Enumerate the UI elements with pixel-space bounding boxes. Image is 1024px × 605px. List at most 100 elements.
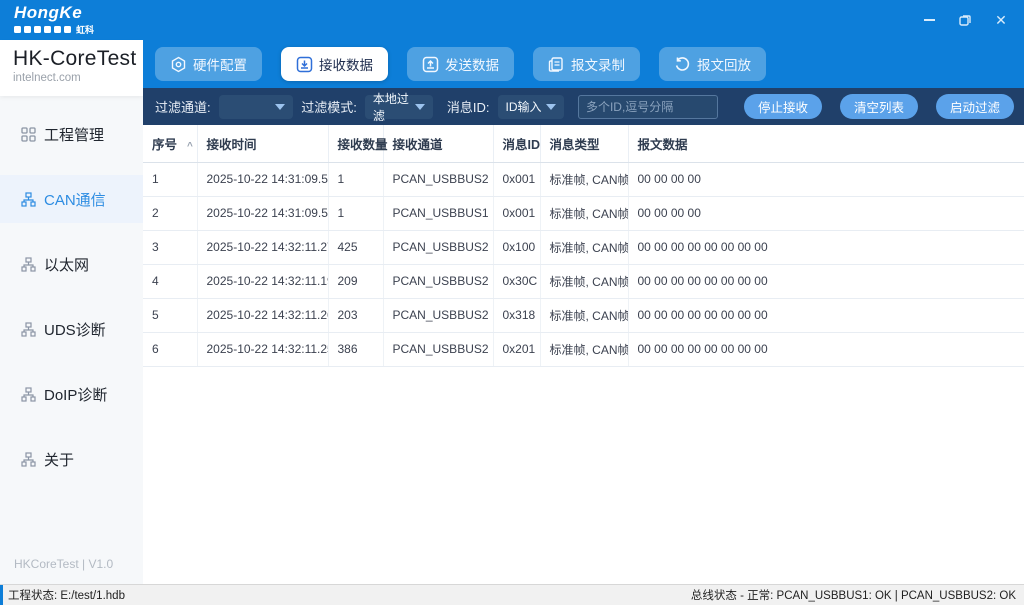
cell-index: 3: [143, 230, 197, 264]
table-row[interactable]: 1 2025-10-22 14:31:09.504 1 PCAN_USBBUS2…: [143, 162, 1024, 196]
cell-index: 1: [143, 162, 197, 196]
filter-mode-label: 过滤模式:: [301, 97, 357, 116]
filter-channel-select[interactable]: [219, 95, 294, 119]
sidebar-item-can-communication[interactable]: CAN通信: [0, 175, 143, 223]
toolbar-button-label: 报文录制: [571, 54, 625, 74]
download-tray-icon: [296, 56, 313, 73]
cell-receive-count: 1: [328, 196, 383, 230]
app-subtitle: intelnect.com: [13, 72, 143, 84]
close-icon[interactable]: ✕: [994, 13, 1008, 27]
main-area: 硬件配置 接收数据 发送数据 报文录制 报文回放: [143, 40, 1024, 584]
cell-index: 4: [143, 264, 197, 298]
cell-message-id: 0x201: [493, 332, 540, 366]
upload-tray-icon: [422, 56, 439, 73]
sidebar-item-project-management[interactable]: 工程管理: [0, 110, 143, 158]
sidebar: HK-CoreTest intelnect.com 工程管理 CAN通信 以太网: [0, 40, 143, 584]
column-header-message-data[interactable]: 报文数据: [628, 125, 1024, 162]
column-header-message-id[interactable]: 消息ID: [493, 125, 540, 162]
stop-receive-button[interactable]: 停止接收: [744, 94, 822, 119]
cell-message-data: 00 00 00 00: [628, 196, 1024, 230]
cell-receive-channel: PCAN_USBBUS1: [383, 196, 493, 230]
table-row[interactable]: 3 2025-10-22 14:32:11.274 425 PCAN_USBBU…: [143, 230, 1024, 264]
sidebar-item-label: 以太网: [44, 254, 89, 275]
send-data-button[interactable]: 发送数据: [407, 47, 514, 81]
table-row[interactable]: 5 2025-10-22 14:32:11.265 203 PCAN_USBBU…: [143, 298, 1024, 332]
app-version: HKCoreTest | V1.0: [14, 557, 113, 571]
cell-receive-count: 203: [328, 298, 383, 332]
logo-brand-text: HongKe: [14, 4, 94, 21]
project-status-text: 工程状态: E:/test/1.hdb: [8, 587, 125, 603]
replay-icon: [674, 56, 691, 73]
cell-receive-time: 2025-10-22 14:32:11.274: [197, 230, 328, 264]
app-title: HK-CoreTest: [13, 47, 143, 71]
window-controls: ✕: [922, 13, 1008, 27]
cell-index: 6: [143, 332, 197, 366]
filter-mode-select[interactable]: 本地过滤: [365, 95, 433, 119]
cell-receive-count: 386: [328, 332, 383, 366]
cell-index: 5: [143, 298, 197, 332]
receive-data-button[interactable]: 接收数据: [281, 47, 388, 81]
app-title-block: HK-CoreTest intelnect.com: [0, 40, 143, 96]
cell-receive-time: 2025-10-22 14:32:11.257: [197, 332, 328, 366]
toolbar-button-label: 接收数据: [319, 54, 373, 74]
cell-receive-channel: PCAN_USBBUS2: [383, 264, 493, 298]
toolbar: 硬件配置 接收数据 发送数据 报文录制 报文回放: [143, 40, 1024, 88]
start-filter-button[interactable]: 启动过滤: [936, 94, 1014, 119]
column-header-receive-channel[interactable]: 接收通道: [383, 125, 493, 162]
column-header-message-type[interactable]: 消息类型: [540, 125, 628, 162]
cell-message-type: 标准帧, CAN帧: [540, 162, 628, 196]
hardware-config-button[interactable]: 硬件配置: [155, 47, 262, 81]
cell-receive-time: 2025-10-22 14:31:09.526: [197, 196, 328, 230]
table-row[interactable]: 2 2025-10-22 14:31:09.526 1 PCAN_USBBUS1…: [143, 196, 1024, 230]
cell-receive-channel: PCAN_USBBUS2: [383, 298, 493, 332]
column-header-receive-time[interactable]: 接收时间: [197, 125, 328, 162]
cell-message-id: 0x001: [493, 196, 540, 230]
cell-message-type: 标准帧, CAN帧: [540, 264, 628, 298]
toolbar-button-label: 硬件配置: [193, 54, 247, 74]
cell-message-data: 00 00 00 00 00 00 00 00: [628, 264, 1024, 298]
clear-list-button[interactable]: 清空列表: [840, 94, 918, 119]
cell-message-data: 00 00 00 00: [628, 162, 1024, 196]
table-row[interactable]: 6 2025-10-22 14:32:11.257 386 PCAN_USBBU…: [143, 332, 1024, 366]
cell-message-id: 0x30C: [493, 264, 540, 298]
chevron-down-icon: [546, 104, 556, 110]
sidebar-item-about[interactable]: 关于: [0, 435, 143, 483]
message-id-mode-select[interactable]: ID输入: [498, 95, 564, 119]
restore-icon[interactable]: [958, 13, 972, 27]
message-ids-input[interactable]: [578, 95, 718, 119]
minimize-icon[interactable]: [922, 13, 936, 27]
sitemap-icon: [21, 257, 36, 272]
toolbar-button-label: 发送数据: [445, 54, 499, 74]
sidebar-item-ethernet[interactable]: 以太网: [0, 240, 143, 288]
grid-icon: [21, 127, 36, 142]
status-accent: [0, 585, 3, 605]
cell-receive-time: 2025-10-22 14:32:11.193: [197, 264, 328, 298]
sidebar-item-label: 关于: [44, 449, 74, 470]
cell-receive-channel: PCAN_USBBUS2: [383, 230, 493, 264]
column-header-receive-count[interactable]: 接收数量: [328, 125, 383, 162]
cell-receive-count: 209: [328, 264, 383, 298]
column-header-index[interactable]: 序号^: [143, 125, 197, 162]
sitemap-icon: [21, 322, 36, 337]
bus-status-text: 总线状态 - 正常: PCAN_USBBUS1: OK | PCAN_USBBU…: [691, 587, 1016, 603]
cell-receive-count: 1: [328, 162, 383, 196]
sidebar-item-uds-diagnosis[interactable]: UDS诊断: [0, 305, 143, 353]
sitemap-icon: [21, 387, 36, 402]
cell-message-type: 标准帧, CAN帧: [540, 332, 628, 366]
sitemap-icon: [21, 452, 36, 467]
sidebar-item-label: DoIP诊断: [44, 384, 107, 405]
sidebar-item-doip-diagnosis[interactable]: DoIP诊断: [0, 370, 143, 418]
cell-index: 2: [143, 196, 197, 230]
sidebar-item-label: CAN通信: [44, 189, 106, 210]
logo-cn-text: 虹科: [76, 23, 94, 36]
cell-message-data: 00 00 00 00 00 00 00 00: [628, 230, 1024, 264]
sort-asc-icon[interactable]: ^: [187, 141, 193, 152]
message-record-button[interactable]: 报文录制: [533, 47, 640, 81]
table-row[interactable]: 4 2025-10-22 14:32:11.193 209 PCAN_USBBU…: [143, 264, 1024, 298]
chevron-down-icon: [415, 104, 425, 110]
hex-gear-icon: [170, 56, 187, 73]
cell-receive-channel: PCAN_USBBUS2: [383, 162, 493, 196]
chevron-down-icon: [275, 104, 285, 110]
message-replay-button[interactable]: 报文回放: [659, 47, 766, 81]
logo-dots: 虹科: [14, 23, 94, 36]
